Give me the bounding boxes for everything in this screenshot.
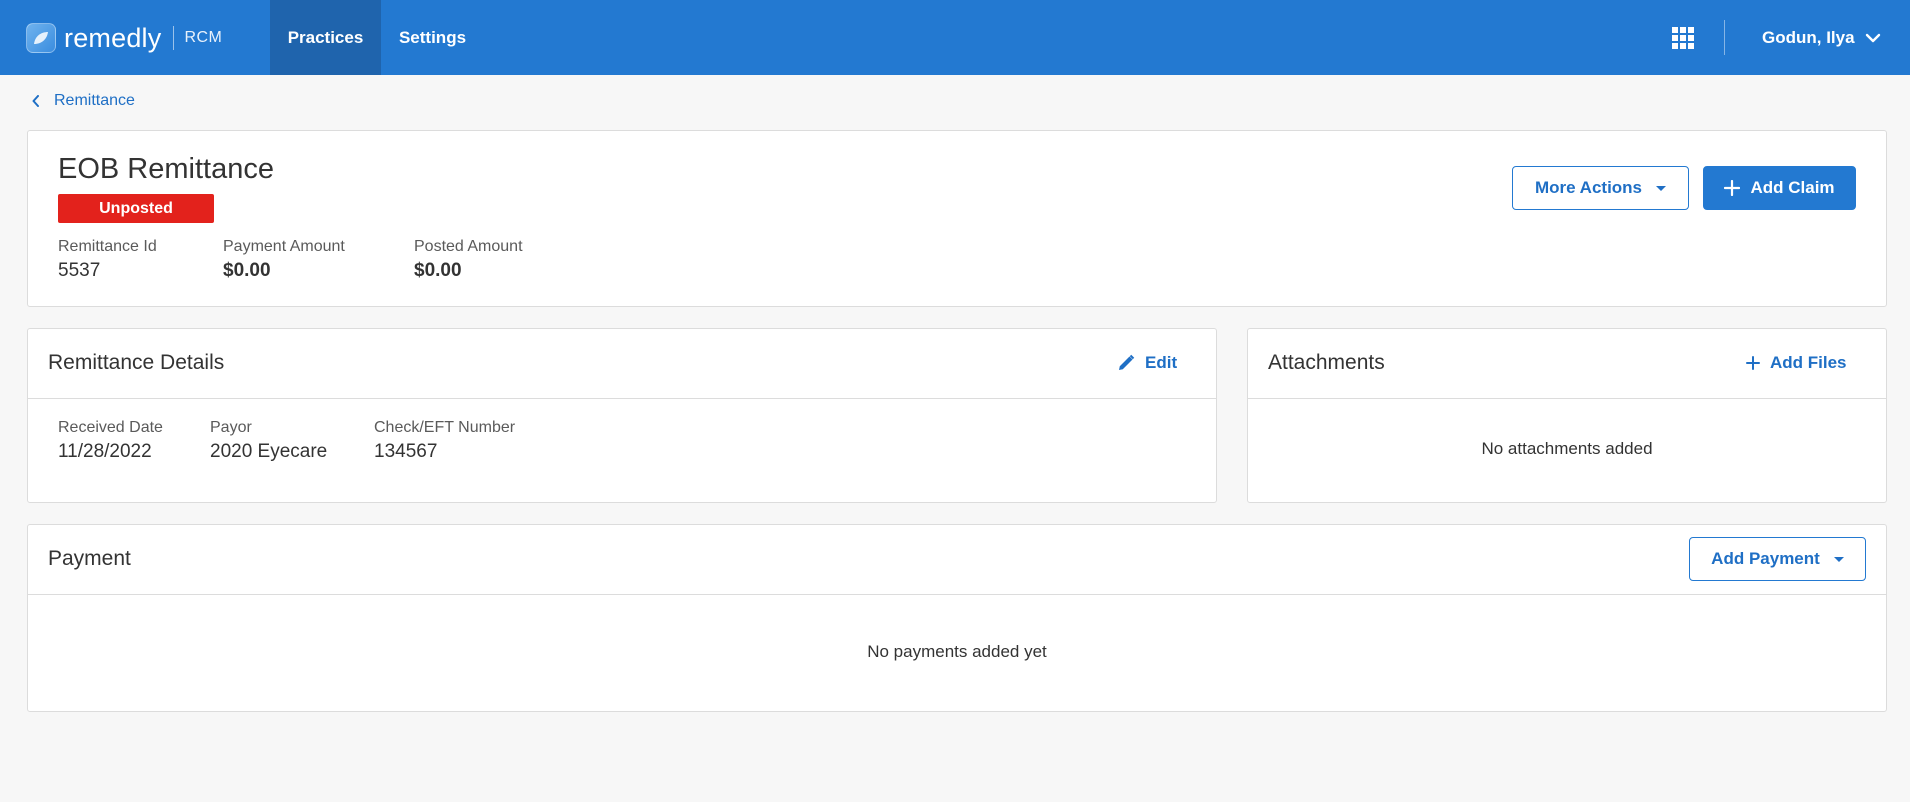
more-actions-label: More Actions: [1534, 178, 1643, 197]
more-actions-button[interactable]: More Actions: [1512, 166, 1689, 210]
posted-amount-value: $0.00: [414, 260, 462, 281]
edit-label: Edit: [1145, 353, 1178, 372]
add-payment-button[interactable]: Add Payment: [1689, 537, 1866, 581]
posted-amount-label: Posted Amount: [414, 238, 523, 255]
pencil-icon: [1119, 354, 1135, 370]
attachments-title: Attachments: [1268, 351, 1385, 374]
add-files-button[interactable]: Add Files: [1746, 353, 1847, 373]
received-date-field: Received Date 11/28/2022: [58, 419, 163, 463]
payments-empty-message: No payments added yet: [867, 642, 1047, 661]
add-payment-label: Add Payment: [1711, 549, 1820, 568]
attachments-header: Attachments Add Files: [1248, 329, 1886, 399]
grid-icon[interactable]: [1672, 27, 1694, 49]
payment-amount-field: Payment Amount $0.00: [223, 238, 345, 282]
payment-amount-value: $0.00: [223, 260, 271, 281]
payment-header: Payment Add Payment: [28, 525, 1886, 595]
breadcrumb[interactable]: Remittance: [32, 90, 135, 112]
nav-tab-practices[interactable]: Practices: [270, 0, 381, 75]
brand-logo[interactable]: remedly RCM: [26, 18, 222, 58]
plus-icon: [1746, 356, 1760, 370]
payment-amount-label: Payment Amount: [223, 238, 345, 255]
add-claim-label: Add Claim: [1750, 178, 1835, 197]
caret-down-icon: [1833, 556, 1844, 562]
topbar-divider: [1724, 20, 1725, 55]
chevron-left-icon: [32, 95, 39, 107]
payor-value: 2020 Eyecare: [210, 441, 328, 462]
chevron-down-icon: [1865, 33, 1880, 42]
payment-title: Payment: [48, 547, 131, 570]
posted-amount-field: Posted Amount $0.00: [414, 238, 523, 282]
top-navigation-bar: remedly RCM Practices Settings Godun, Il…: [0, 0, 1910, 75]
breadcrumb-remittance-link[interactable]: Remittance: [54, 92, 135, 110]
user-name: Godun, Ilya: [1762, 27, 1855, 47]
attachments-card: Attachments Add Files No attachments add…: [1247, 328, 1887, 503]
remittance-details-title: Remittance Details: [48, 351, 225, 374]
plus-icon: [1724, 180, 1741, 196]
remittance-details-card: Remittance Details Edit Received Date 11…: [27, 328, 1217, 503]
received-date-label: Received Date: [58, 419, 163, 436]
payment-card: Payment Add Payment No payments added ye…: [27, 524, 1887, 712]
brand-divider: [173, 26, 175, 50]
remittance-details-header: Remittance Details Edit: [28, 329, 1216, 399]
brand-name: remedly: [64, 22, 162, 53]
leaf-icon: [26, 23, 56, 53]
edit-button[interactable]: Edit: [1117, 353, 1177, 373]
remittance-header-card: EOB Remittance Unposted Remittance Id 55…: [27, 130, 1887, 307]
payor-label: Payor: [210, 419, 252, 436]
attachments-empty-message: No attachments added: [1481, 439, 1653, 458]
page-title: EOB Remittance: [58, 153, 274, 185]
remittance-id-field: Remittance Id 5537: [58, 238, 157, 282]
check-eft-number-field: Check/EFT Number 134567: [374, 419, 515, 463]
user-menu[interactable]: Godun, Ilya: [1762, 0, 1881, 75]
caret-down-icon: [1656, 185, 1667, 191]
nav-tab-settings[interactable]: Settings: [381, 0, 484, 75]
remittance-id-label: Remittance Id: [58, 238, 157, 255]
brand-subtitle: RCM: [184, 29, 223, 46]
add-files-label: Add Files: [1770, 353, 1847, 372]
check-eft-number-label: Check/EFT Number: [374, 419, 516, 436]
received-date-value: 11/28/2022: [58, 441, 152, 462]
remittance-id-value: 5537: [58, 260, 101, 281]
add-claim-button[interactable]: Add Claim: [1703, 166, 1856, 210]
payor-field: Payor 2020 Eyecare: [210, 419, 327, 463]
status-badge: Unposted: [58, 194, 214, 223]
check-eft-number-value: 134567: [374, 441, 438, 462]
